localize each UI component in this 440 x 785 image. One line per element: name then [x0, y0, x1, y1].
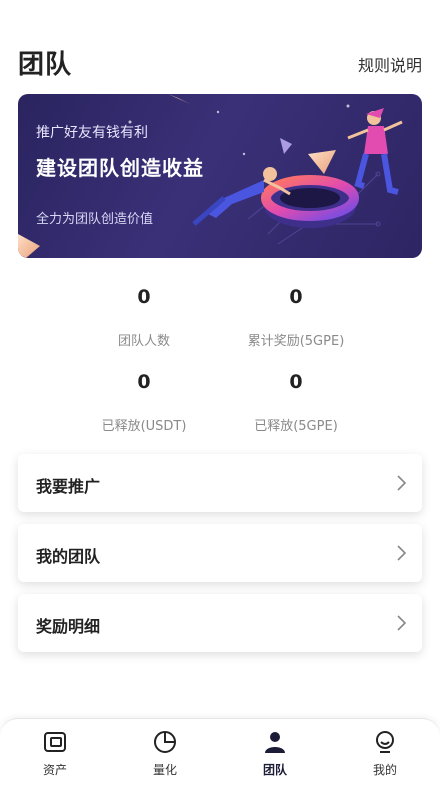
chevron-right-icon: [397, 475, 407, 491]
header: 团队 规则说明: [0, 0, 440, 90]
tab-team[interactable]: 团队: [235, 729, 315, 778]
menu-label: 奖励明细: [36, 617, 101, 636]
stat-value: 0: [289, 286, 303, 308]
tab-mine[interactable]: 我的: [345, 729, 425, 778]
tab-quant[interactable]: 量化: [125, 729, 205, 778]
tab-label: 团队: [262, 763, 287, 777]
profile-icon: [376, 731, 394, 753]
menu-reward-details[interactable]: 奖励明细: [18, 594, 422, 652]
bottom-tab-bar: 资产 量化 团队 我的: [0, 718, 440, 785]
menu-my-team[interactable]: 我的团队: [18, 524, 422, 582]
stat-label: 累计奖励(5GPE): [247, 334, 345, 349]
tab-assets[interactable]: 资产: [15, 729, 95, 778]
pie-chart-icon: [154, 731, 176, 753]
chevron-right-icon: [397, 615, 407, 631]
user-icon: [265, 732, 285, 753]
rules-link[interactable]: 规则说明: [358, 52, 422, 76]
menu-label: 我的团队: [36, 547, 101, 566]
stat-value: 0: [289, 371, 303, 393]
banner-headline: 建设团队创造收益: [36, 156, 204, 180]
menu-label: 我要推广: [36, 477, 101, 496]
banner-subtitle: 推广好友有钱有利: [36, 125, 148, 141]
page-title: 团队: [18, 50, 73, 80]
menu-promote[interactable]: 我要推广: [18, 454, 422, 512]
stat-total-reward: 0 累计奖励(5GPE): [196, 286, 396, 349]
tab-label: 量化: [152, 763, 177, 777]
stat-released-5gpe: 0 已释放(5GPE): [196, 371, 396, 434]
promo-banner: 推广好友有钱有利 建设团队创造收益 全力为团队创造价值: [18, 94, 422, 258]
tab-label: 资产: [42, 763, 67, 777]
stat-label: 已释放(5GPE): [254, 419, 338, 434]
banner-tagline: 全力为团队创造价值: [36, 212, 154, 227]
chevron-right-icon: [397, 545, 407, 561]
tab-label: 我的: [372, 763, 397, 777]
wallet-icon: [44, 732, 66, 752]
